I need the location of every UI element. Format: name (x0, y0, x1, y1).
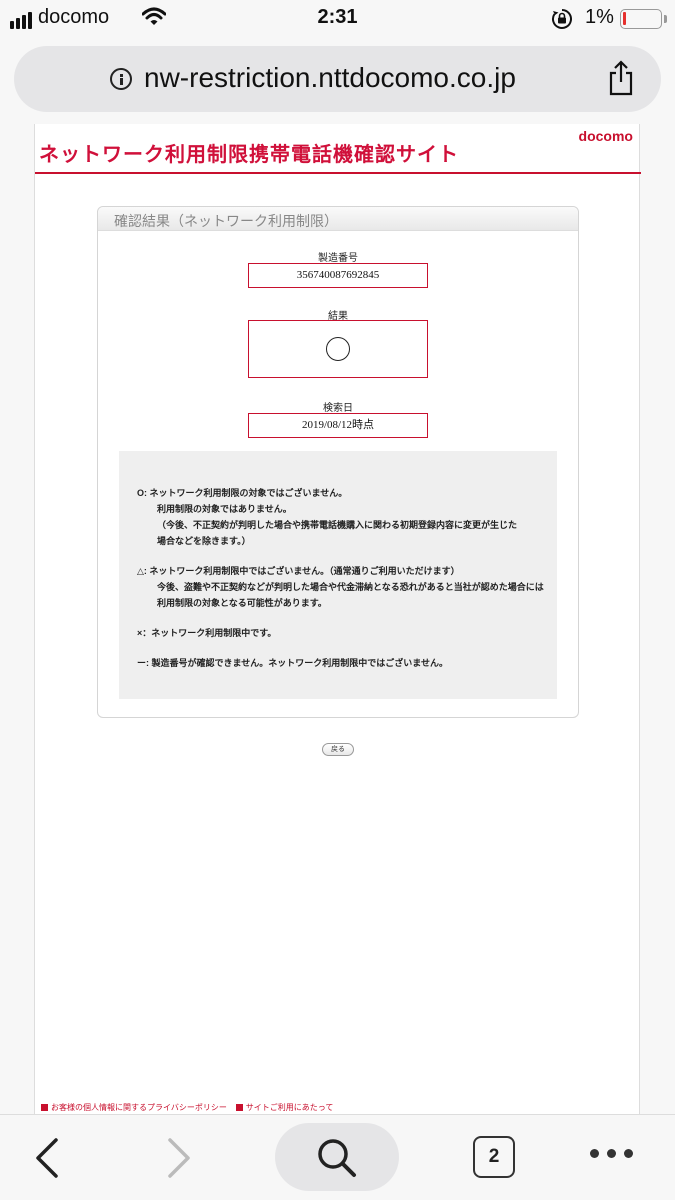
serial-label: 製造番号 (318, 253, 358, 264)
legend-dash-title: ー: 製造番号が確認できません。ネットワーク利用制限中ではございません。 (137, 658, 448, 668)
share-icon[interactable] (606, 59, 636, 102)
status-bar: docomo 2:31 1% (0, 0, 675, 38)
legend-circle-text: 場合などを除きます。） (157, 536, 251, 546)
docomo-logo: docomo (578, 128, 633, 144)
clock: 2:31 (317, 6, 358, 28)
privacy-policy-link[interactable]: お客様の個人情報に関するプライバシーポリシー (51, 1103, 227, 1112)
battery-tip (664, 15, 667, 23)
back-button[interactable]: 戻る (322, 743, 354, 756)
more-icon[interactable] (590, 1149, 633, 1158)
url-domain[interactable]: nw-restriction.nttdocomo.co.jp (144, 62, 516, 94)
chevron-left-icon[interactable] (32, 1137, 60, 1184)
panel-header: 確認結果（ネットワーク利用制限） (98, 207, 578, 231)
result-panel: 確認結果（ネットワーク利用制限） 製造番号 356740087692845 結果… (97, 206, 579, 718)
legend-box: O: ネットワーク利用制限の対象ではございません。 利用制限の対象ではありません… (119, 451, 557, 699)
footer-arrow-icon (235, 1104, 243, 1112)
result-box (248, 320, 428, 378)
serial-value: 356740087692845 (248, 263, 428, 288)
legend-circle-text: 利用制限の対象ではありません。 (157, 504, 292, 514)
footer-links: お客様の個人情報に関するプライバシーポリシー サイトご利用にあたって (35, 1102, 641, 1114)
date-value: 2019/08/12時点 (248, 413, 428, 438)
legend-cross-title: ×：ネットワーク利用制限中です。 (137, 628, 277, 638)
legend-triangle-title: △: ネットワーク利用制限中ではございません。（通常通りご利用いただけます） (137, 566, 460, 576)
footer-arrow-icon (41, 1104, 48, 1112)
site-title: ネットワーク利用制限携帯電話機確認サイト (39, 144, 459, 166)
search-button[interactable] (275, 1123, 399, 1191)
legend-circle-text: （今後、不正契約が判明した場合や携帯電話機購入に関わる初期登録内容に変更が生じた (157, 520, 518, 530)
url-bar[interactable]: nw-restriction.nttdocomo.co.jp (14, 46, 661, 112)
battery-percent: 1% (585, 6, 614, 28)
info-icon[interactable] (110, 68, 132, 90)
legend-triangle-text: 利用制限の対象となる可能性があります。 (157, 598, 327, 608)
legend-triangle-text: 今後、盗難や不正契約などが判明した場合や代金滞納となる恐れがあると当社が認めた場… (157, 582, 544, 592)
orientation-lock-icon (551, 8, 573, 35)
legend-circle-title: O: ネットワーク利用制限の対象ではございません。 (137, 488, 348, 498)
panel-title: 確認結果（ネットワーク利用制限） (114, 213, 338, 229)
tabs-button[interactable]: 2 (473, 1136, 515, 1178)
search-icon (318, 1139, 356, 1177)
battery-icon (620, 9, 662, 29)
browser-toolbar: 2 (0, 1114, 675, 1200)
site-terms-link[interactable]: サイトご利用にあたって (246, 1103, 334, 1112)
result-circle-icon (326, 337, 350, 361)
chevron-right-icon[interactable] (166, 1137, 194, 1184)
title-divider (35, 172, 641, 174)
web-page: ネットワーク利用制限携帯電話機確認サイト docomo 確認結果（ネットワーク利… (34, 124, 641, 1114)
date-label: 検索日 (323, 403, 353, 414)
